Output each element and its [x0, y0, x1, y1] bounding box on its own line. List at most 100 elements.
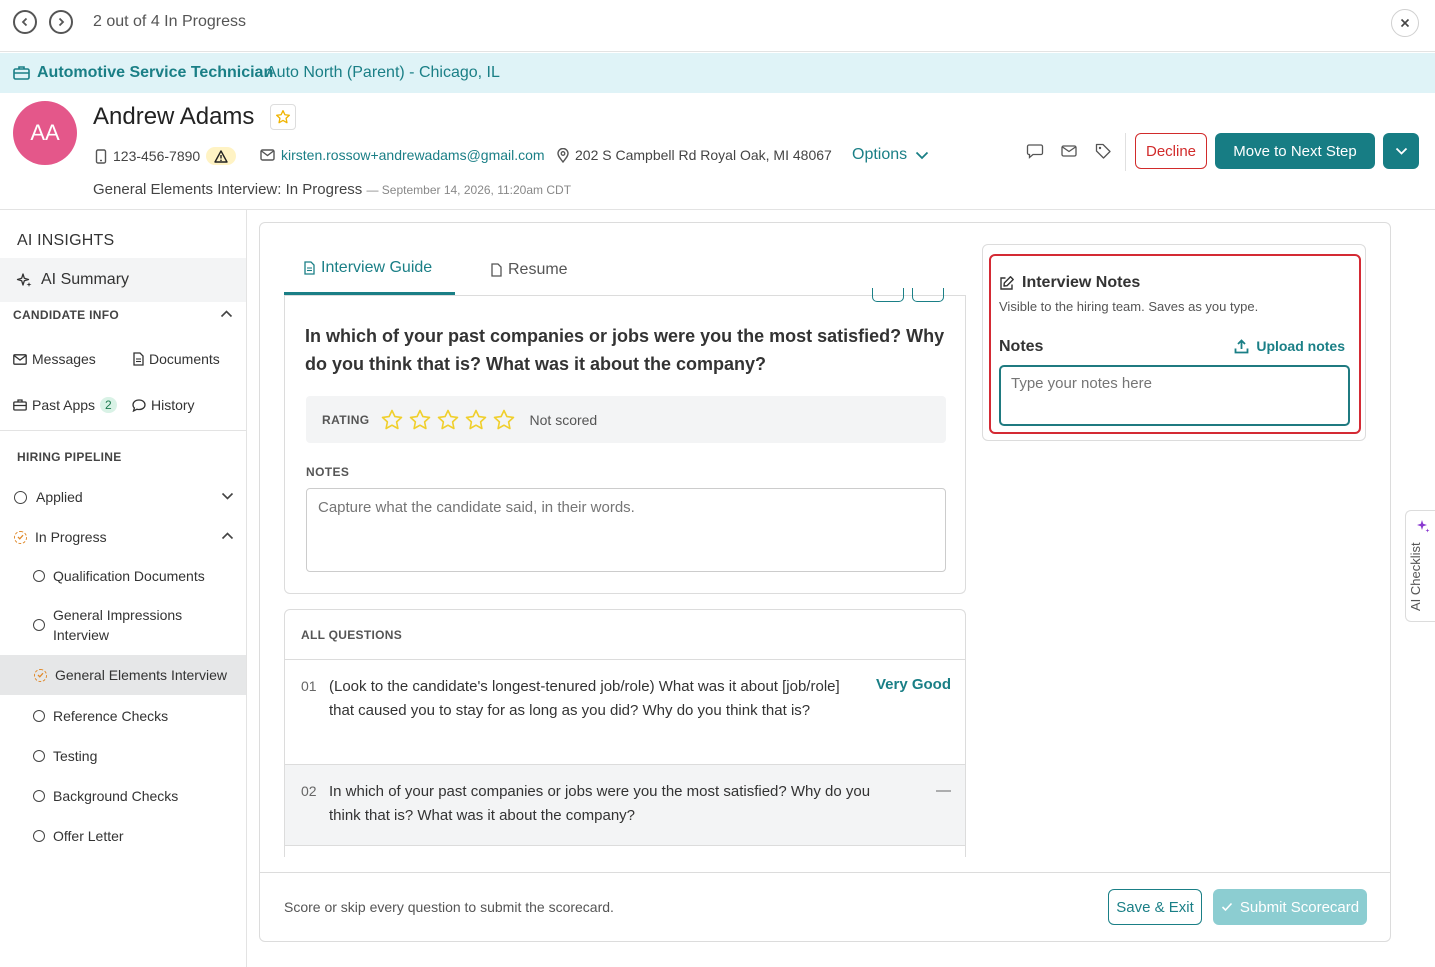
scorecard-panel: Interview Guide Resume In which of your … [259, 222, 1391, 942]
pipeline-substep-testing[interactable]: Testing [0, 746, 246, 766]
step-status-icon [33, 710, 45, 722]
tab-resume[interactable]: Resume [491, 261, 568, 279]
rating-bar: RATING Not scored [306, 396, 946, 443]
rating-star-icon[interactable] [464, 408, 488, 432]
document-icon [133, 352, 144, 366]
documents-label: Documents [149, 351, 220, 367]
save-and-exit-button[interactable]: Save & Exit [1108, 889, 1202, 925]
question-notes-field[interactable] [306, 488, 946, 572]
question-score: Very Good [875, 676, 951, 693]
chevron-down-icon [916, 151, 929, 159]
phone-number: 123-456-7890 [113, 148, 201, 164]
pipeline-substep-reference-checks[interactable]: Reference Checks [0, 706, 246, 726]
previous-candidate-button[interactable] [13, 10, 37, 34]
sidebar-history-link[interactable]: History [132, 397, 195, 413]
phone-warning-badge[interactable] [206, 147, 237, 165]
tab-interview-guide[interactable]: Interview Guide [304, 259, 432, 277]
favorite-button[interactable] [270, 104, 296, 130]
rating-star-icon[interactable] [492, 408, 516, 432]
file-icon [491, 263, 502, 277]
sparkle-icon [16, 272, 32, 287]
next-step-options-button[interactable] [1383, 133, 1419, 169]
tab-label: Resume [508, 261, 568, 278]
chevron-down-icon [1395, 147, 1407, 155]
stage-status: General Elements Interview: In Progress [93, 181, 363, 198]
interview-notes-title-text: Interview Notes [1022, 274, 1141, 291]
pipeline-substep-general-impressions-interview[interactable]: General Impressions Interview [0, 605, 246, 645]
pipeline-step-applied[interactable]: Applied [0, 487, 246, 507]
pipeline-progress-text: 2 out of 4 In Progress [93, 13, 246, 30]
email-link[interactable]: kirsten.rossow+andrewadams@gmail.com [281, 147, 545, 163]
close-button[interactable] [1391, 9, 1419, 37]
ai-summary-item[interactable]: AI Summary [0, 258, 246, 302]
pipeline-step-label: Offer Letter [53, 828, 124, 844]
move-to-next-step-button[interactable]: Move to Next Step [1215, 133, 1375, 169]
checkmark-icon [1221, 902, 1232, 912]
pipeline-substep-qualification-documents[interactable]: Qualification Documents [0, 566, 246, 586]
upload-notes-button[interactable]: Upload notes [1234, 338, 1345, 354]
past-apps-label: Past Apps [32, 397, 96, 413]
interview-notes-input[interactable] [999, 365, 1350, 426]
upload-icon [1234, 338, 1249, 353]
envelope-icon[interactable] [1060, 142, 1078, 160]
ai-checklist-tab[interactable]: AI Checklist [1405, 510, 1435, 622]
step-status-icon [33, 570, 45, 582]
next-candidate-button[interactable] [49, 10, 73, 34]
tag-icon[interactable] [1094, 142, 1112, 160]
pipeline-step-in-progress[interactable]: In Progress [0, 527, 246, 547]
pipeline-step-label: General Elements Interview [55, 667, 227, 683]
job-banner: Automotive Service Technician Auto North… [0, 53, 1435, 93]
sidebar-divider [0, 430, 246, 431]
past-apps-count-badge: 2 [100, 397, 117, 413]
job-title-link[interactable]: Automotive Service Technician [37, 64, 273, 82]
rating-status: Not scored [529, 411, 598, 428]
chevron-up-icon[interactable] [221, 532, 234, 540]
warning-icon [214, 149, 228, 163]
ai-summary-label: AI Summary [41, 271, 130, 288]
sidebar-messages-link[interactable]: Messages [13, 351, 96, 367]
notes-label: NOTES [306, 465, 350, 479]
chevron-up-icon[interactable] [220, 310, 233, 318]
pipeline-substep-offer-letter[interactable]: Offer Letter [0, 826, 246, 846]
rating-star-icon[interactable] [408, 408, 432, 432]
ai-insights-heading: AI INSIGHTS [17, 232, 115, 249]
next-question-button[interactable] [912, 288, 944, 302]
star-rating[interactable] [380, 408, 516, 432]
candidate-info-heading: CANDIDATE INFO [13, 308, 119, 322]
options-dropdown[interactable]: Options [852, 146, 929, 164]
interview-notes-card: Interview Notes Visible to the hiring te… [982, 244, 1366, 441]
pipeline-step-label: Background Checks [53, 788, 179, 804]
briefcase-icon [13, 66, 30, 80]
in-progress-icon [14, 530, 27, 544]
question-row-current[interactable]: 02 In which of your past companies or jo… [285, 765, 965, 845]
question-number: 02 [301, 783, 317, 799]
rating-star-icon[interactable] [380, 408, 404, 432]
question-row-text: In which of your past companies or jobs … [329, 783, 871, 824]
pipeline-substep-general-elements-interview[interactable]: General Elements Interview [0, 655, 246, 695]
edit-icon [1000, 276, 1014, 290]
sidebar-documents-link[interactable]: Documents [133, 351, 220, 367]
history-label: History [151, 397, 195, 413]
comment-icon[interactable] [1026, 142, 1044, 160]
sparkle-icon [1417, 520, 1430, 533]
candidate-name: Andrew Adams [93, 103, 255, 130]
submit-hint: Score or skip every question to submit t… [284, 899, 614, 915]
stage-timestamp: — September 14, 2026, 11:20am CDT [366, 183, 572, 197]
question-row-text: (Look to the candidate's longest-tenured… [329, 678, 840, 719]
sidebar-past-apps-link[interactable]: Past Apps 2 [13, 397, 117, 413]
top-nav-bar: 2 out of 4 In Progress [0, 0, 1435, 52]
pipeline-step-label: Reference Checks [53, 708, 169, 724]
pipeline-substep-background-checks[interactable]: Background Checks [0, 786, 246, 806]
close-icon [1400, 18, 1410, 28]
chevron-down-icon[interactable] [221, 492, 234, 500]
rating-star-icon[interactable] [436, 408, 460, 432]
submit-scorecard-button[interactable]: Submit Scorecard [1213, 889, 1367, 925]
options-label: Options [852, 146, 908, 163]
rating-label: RATING [322, 412, 370, 427]
document-icon [304, 261, 315, 275]
question-row[interactable]: 01 (Look to the candidate's longest-tenu… [285, 660, 965, 764]
previous-question-button[interactable] [872, 288, 904, 302]
location-pin-icon [557, 147, 569, 163]
avatar: AA [13, 101, 77, 165]
decline-button[interactable]: Decline [1135, 133, 1207, 169]
